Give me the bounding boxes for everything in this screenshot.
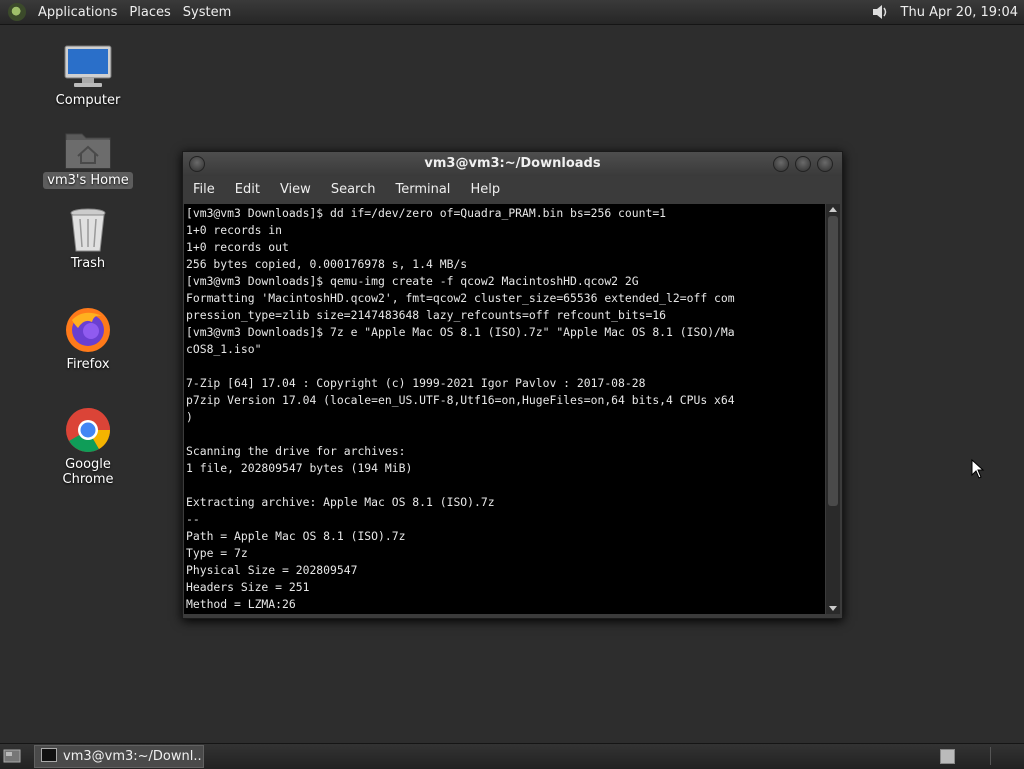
- volume-icon[interactable]: [871, 3, 889, 21]
- clock[interactable]: Thu Apr 20, 19:04: [901, 5, 1018, 20]
- terminal-menubar: File Edit View Search Terminal Help: [183, 176, 842, 202]
- menu-system[interactable]: System: [177, 5, 237, 20]
- desktop-icon-home[interactable]: vm3's Home: [40, 126, 136, 189]
- terminal-output[interactable]: [vm3@vm3 Downloads]$ dd if=/dev/zero of=…: [184, 204, 825, 614]
- desktop-icon-label: Trash: [70, 256, 106, 271]
- window-titlebar[interactable]: vm3@vm3:~/Downloads: [183, 152, 842, 176]
- desktop-icon-label: vm3's Home: [43, 172, 133, 189]
- menu-file[interactable]: File: [183, 182, 225, 197]
- bottom-panel: vm3@vm3:~/Downl...: [0, 743, 1024, 769]
- menu-help[interactable]: Help: [460, 182, 510, 197]
- workspace-divider: [990, 747, 991, 765]
- menu-edit[interactable]: Edit: [225, 182, 270, 197]
- desktop-icon-chrome[interactable]: Google Chrome: [40, 406, 136, 488]
- show-desktop-icon[interactable]: [3, 748, 21, 764]
- window-menu-button[interactable]: [189, 156, 205, 172]
- desktop-icon-computer[interactable]: Computer: [40, 44, 136, 109]
- chrome-icon: [66, 408, 110, 452]
- terminal-text[interactable]: [vm3@vm3 Downloads]$ dd if=/dev/zero of=…: [184, 204, 825, 613]
- distro-logo-icon[interactable]: [8, 3, 26, 21]
- taskbar-window-button[interactable]: vm3@vm3:~/Downl...: [34, 745, 204, 768]
- terminal-scrollbar[interactable]: [826, 204, 840, 614]
- menu-applications[interactable]: Applications: [32, 5, 123, 20]
- firefox-icon: [66, 308, 110, 352]
- minimize-button[interactable]: [773, 156, 789, 172]
- desktop-icon-trash[interactable]: Trash: [40, 207, 136, 272]
- top-panel: Applications Places System Thu Apr 20, 1…: [0, 0, 1024, 25]
- desktop-icon-label: Computer: [55, 93, 121, 108]
- workspace-switcher-1[interactable]: [940, 749, 955, 764]
- home-folder-icon: [65, 133, 111, 169]
- scroll-down-icon[interactable]: [829, 606, 837, 611]
- trash-icon: [70, 208, 106, 252]
- close-button[interactable]: [817, 156, 833, 172]
- window-title: vm3@vm3:~/Downloads: [424, 156, 601, 171]
- scrollbar-thumb[interactable]: [828, 216, 838, 506]
- menu-search[interactable]: Search: [321, 182, 386, 197]
- terminal-icon: [41, 748, 57, 762]
- menu-view[interactable]: View: [270, 182, 321, 197]
- menu-places[interactable]: Places: [123, 5, 176, 20]
- menu-terminal[interactable]: Terminal: [385, 182, 460, 197]
- mouse-pointer-icon: [971, 459, 985, 479]
- maximize-button[interactable]: [795, 156, 811, 172]
- terminal-window[interactable]: vm3@vm3:~/Downloads File Edit View Searc…: [182, 151, 843, 619]
- scroll-up-icon[interactable]: [829, 207, 837, 212]
- taskbar-window-label: vm3@vm3:~/Downl...: [63, 749, 204, 764]
- desktop-icon-firefox[interactable]: Firefox: [40, 306, 136, 373]
- desktop-icon-label: Firefox: [66, 357, 110, 372]
- desktop-icon-label: Google Chrome: [62, 457, 114, 487]
- computer-icon: [64, 45, 112, 87]
